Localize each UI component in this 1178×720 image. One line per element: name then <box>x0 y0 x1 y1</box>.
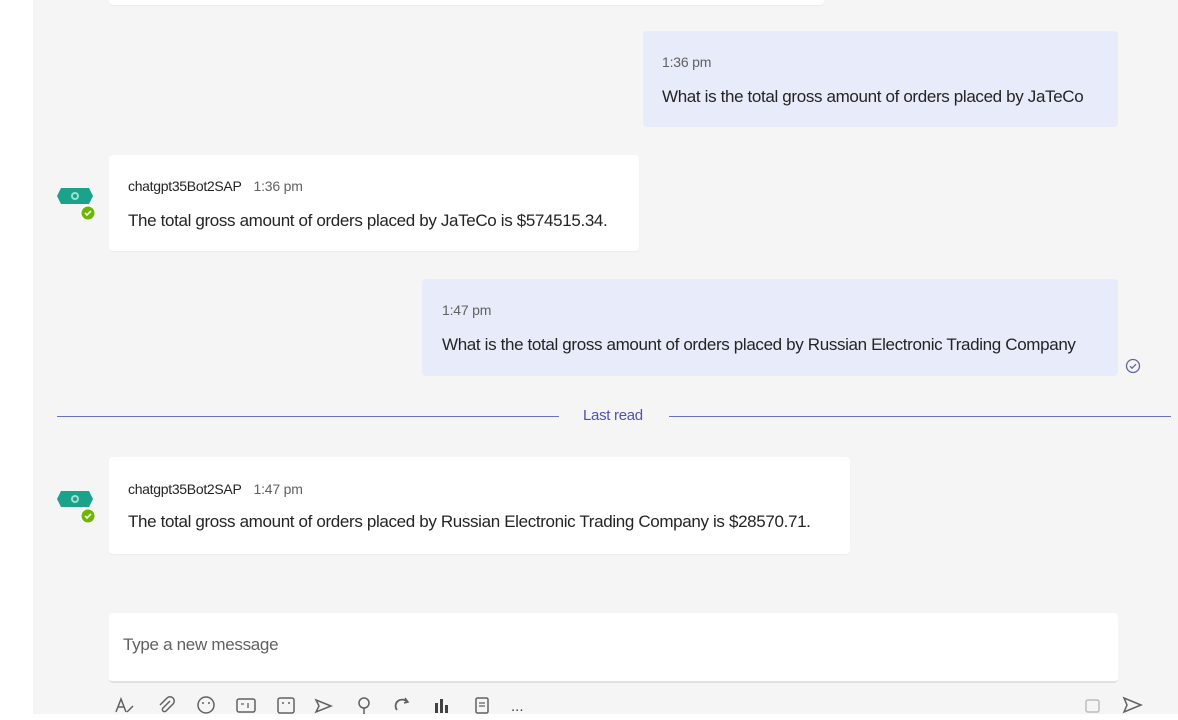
message-text: The total gross amount of orders placed … <box>128 211 608 230</box>
message-header: chatgpt35Bot2SAP 1:36 pm <box>128 177 303 195</box>
clipboard-icon[interactable] <box>471 694 493 714</box>
last-read-line-left <box>57 416 559 417</box>
attach-icon[interactable] <box>155 694 177 714</box>
message-composer[interactable] <box>109 613 1118 683</box>
praise-icon[interactable] <box>353 694 375 714</box>
bot-message-bubble[interactable]: chatgpt35Bot2SAP 1:47 pm The total gross … <box>109 457 850 554</box>
message-text: The total gross amount of orders placed … <box>128 512 811 531</box>
last-read-label: Last read <box>583 407 643 424</box>
loop-icon[interactable] <box>391 694 413 714</box>
more-options-button[interactable]: ... <box>511 698 524 714</box>
analytics-app-icon[interactable] <box>431 694 453 714</box>
message-time: 1:47 pm <box>442 302 492 318</box>
sender-name: chatgpt35Bot2SAP <box>128 178 242 194</box>
bot-avatar[interactable] <box>55 485 96 524</box>
message-text: What is the total gross amount of orders… <box>662 87 1084 106</box>
bot-message-bubble[interactable]: chatgpt35Bot2SAP 1:36 pm The total gross … <box>109 155 639 251</box>
emoji-icon[interactable] <box>195 694 217 714</box>
chat-area: 1:36 pm What is the total gross amount o… <box>33 0 1178 714</box>
message-time: 1:47 pm <box>253 481 303 497</box>
meet-now-icon[interactable] <box>313 694 335 714</box>
format-icon[interactable] <box>113 694 135 714</box>
gif-icon[interactable] <box>235 694 257 714</box>
schedule-icon[interactable] <box>1083 694 1105 714</box>
last-read-line-right <box>669 416 1171 417</box>
seen-status-icon <box>1125 358 1141 374</box>
message-header: chatgpt35Bot2SAP 1:47 pm <box>128 480 303 498</box>
bot-avatar[interactable] <box>55 182 96 221</box>
sender-name: chatgpt35Bot2SAP <box>128 481 242 497</box>
message-input[interactable] <box>123 635 1023 655</box>
my-message-bubble[interactable]: 1:36 pm What is the total gross amount o… <box>643 31 1118 127</box>
message-time: 1:36 pm <box>662 54 712 70</box>
message-text: What is the total gross amount of orders… <box>442 335 1076 354</box>
my-message-bubble[interactable]: 1:47 pm What is the total gross amount o… <box>422 279 1118 376</box>
bot-avatar-icon <box>57 188 96 221</box>
previous-message-bubble <box>109 0 824 5</box>
bot-avatar-icon <box>57 491 96 524</box>
sticker-icon[interactable] <box>275 694 297 714</box>
message-time: 1:36 pm <box>253 178 303 194</box>
send-icon[interactable] <box>1121 694 1143 714</box>
